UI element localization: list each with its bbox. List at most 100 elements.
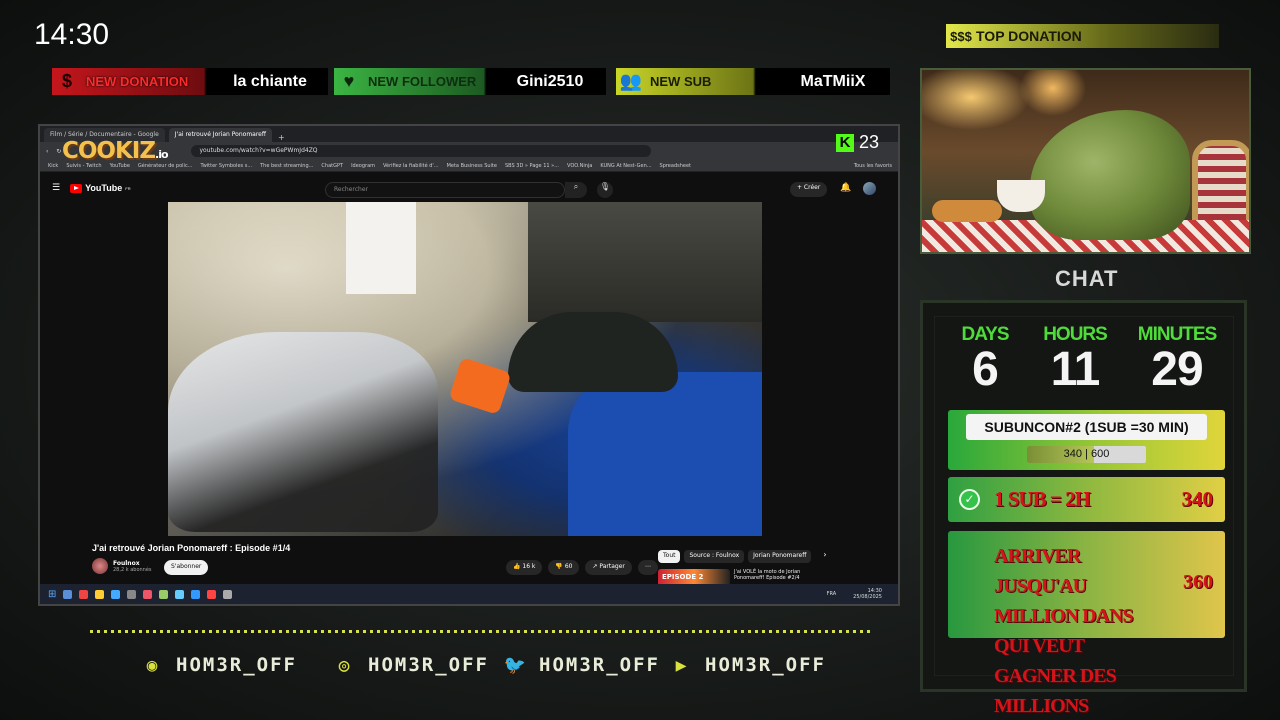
- taskbar-app-icon[interactable]: [223, 589, 233, 599]
- avatar[interactable]: [863, 182, 876, 195]
- refresh-icon[interactable]: ↻: [56, 148, 61, 155]
- channel-avatar[interactable]: [92, 558, 108, 574]
- bookmark-item[interactable]: VOO.Ninja: [567, 163, 592, 169]
- timer-value: 29: [1151, 343, 1203, 396]
- search-icon[interactable]: ⌕: [565, 182, 587, 198]
- thumbs-up-icon: 👍: [513, 563, 523, 570]
- channel-name[interactable]: Foulnox: [113, 560, 152, 567]
- video-player[interactable]: [168, 202, 762, 536]
- sub-goal-progress-text: 340 | 600: [1063, 448, 1110, 460]
- search-input[interactable]: Rechercher: [325, 182, 565, 198]
- social-handle: HOM3R_OFF: [368, 654, 489, 676]
- bookmark-item[interactable]: Spreadsheet: [660, 163, 692, 169]
- chevron-right-icon[interactable]: ›: [823, 550, 826, 563]
- taskbar-app-icon[interactable]: [207, 589, 217, 599]
- taskbar-lang[interactable]: FRA: [827, 591, 837, 597]
- users-icon: 👥: [619, 71, 643, 91]
- chip-source[interactable]: Source : Foulnox: [684, 550, 745, 563]
- bookmark-item[interactable]: Kick: [48, 163, 58, 169]
- youtube-logo-text: YouTube: [85, 183, 123, 193]
- social-handle: HOM3R_OFF: [539, 654, 660, 676]
- bookmark-item[interactable]: The best streaming...: [260, 163, 313, 169]
- webcam-croissant: [932, 200, 1002, 222]
- logo-suffix: .io: [155, 148, 168, 161]
- goal-card: ARRIVER JUSQU'AU MILLION DANS QUI VEUT G…: [948, 531, 1225, 717]
- alert-label: NEW FOLLOWER: [368, 74, 477, 89]
- like-count: 16 k: [522, 563, 536, 570]
- top-donation-label: TOP DONATION: [976, 28, 1082, 44]
- social-twitter: 🐦 HOM3R_OFF: [503, 654, 660, 676]
- timer-days: DAYS 6: [940, 324, 1030, 394]
- alert-value: MaTMiiX: [800, 72, 866, 90]
- subscribe-button[interactable]: S'abonner: [164, 560, 209, 575]
- share-label: Partager: [599, 563, 625, 570]
- bookmark-item[interactable]: ChatGPT: [321, 163, 343, 169]
- alert-value: la chiante: [233, 72, 307, 90]
- bookmark-item[interactable]: Ideogram: [351, 163, 375, 169]
- share-button[interactable]: ↗ Partager: [585, 560, 632, 575]
- like-button[interactable]: 👍 16 k: [506, 560, 543, 575]
- chip-topic[interactable]: Jorian Ponomareff: [748, 550, 812, 563]
- bookmark-item[interactable]: SBS 3D » Page 11 »...: [505, 163, 559, 169]
- taskbar-app-icon[interactable]: [111, 589, 121, 599]
- timer-value: 11: [1050, 343, 1101, 396]
- chip-all[interactable]: Tout: [658, 550, 681, 563]
- deco-dotted-line: [90, 630, 870, 633]
- alert-new-sub: 👥 NEW SUB MaTMiiX: [616, 68, 890, 95]
- bookmark-item[interactable]: Meta Business Suite: [447, 163, 497, 169]
- alert-value: Gini2510: [516, 72, 584, 90]
- taskbar-app-icon[interactable]: [159, 589, 169, 599]
- bookmark-item[interactable]: Tous les favoris: [854, 163, 892, 169]
- video-actions: 👍 16 k 👎 60 ↗ Partager ⋯: [506, 560, 658, 575]
- back-icon[interactable]: ‹: [46, 148, 48, 155]
- video-frame-window: [346, 202, 416, 294]
- webcam-image: [920, 68, 1251, 254]
- url-field[interactable]: youtube.com/watch?v=wGePWmJd4ZQ: [191, 145, 652, 157]
- check-icon: ✓: [959, 489, 980, 510]
- bell-icon[interactable]: 🔔: [840, 183, 851, 193]
- more-button[interactable]: ⋯: [637, 560, 658, 575]
- windows-start-icon[interactable]: ⊞: [48, 589, 56, 600]
- recommendation-chips: Tout Source : Foulnox Jorian Ponomareff …: [658, 550, 827, 563]
- social-youtube: ▶ HOM3R_OFF: [669, 654, 826, 676]
- browser-tab-bar: Film / Série / Documentaire - Google J'a…: [40, 126, 898, 142]
- logo-text: COOKIZ: [62, 138, 156, 164]
- alert-label: NEW SUB: [650, 74, 712, 89]
- dislike-button[interactable]: 👎 60: [548, 560, 580, 575]
- new-tab-icon[interactable]: +: [278, 133, 285, 142]
- taskbar-app-icon[interactable]: [191, 589, 201, 599]
- menu-icon[interactable]: ☰: [52, 183, 60, 193]
- viewer-count: 23: [859, 132, 880, 152]
- social-handle: HOM3R_OFF: [705, 654, 826, 676]
- social-instagram: ◎ HOM3R_OFF: [332, 654, 489, 676]
- taskbar-app-icon[interactable]: [79, 589, 89, 599]
- bookmark-item[interactable]: Vérifiez la fiabilité d'...: [383, 163, 439, 169]
- taskbar-app-icon[interactable]: [143, 589, 153, 599]
- bookmark-item[interactable]: KUNG At Nest-Gen...: [600, 163, 651, 169]
- dislike-count: 60: [564, 563, 573, 570]
- channel-info[interactable]: Foulnox 28,2 k abonnés: [92, 558, 152, 574]
- video-title: J'ai retrouvé Jorian Ponomareff : Episod…: [92, 543, 291, 553]
- video-frame-phone: [448, 357, 512, 415]
- instagram-icon: ◎: [338, 654, 352, 676]
- dollar-icon: $: [61, 71, 72, 91]
- sub-goal-title: SUBUNCON#2 (1SUB =30 MIN): [966, 414, 1207, 440]
- mic-icon[interactable]: 🎙: [597, 182, 613, 198]
- kick-icon: K: [836, 133, 854, 152]
- timer-value: 6: [972, 343, 999, 396]
- sub-rule-card: ✓ 1 SUB = 2H 340: [948, 477, 1225, 522]
- taskbar-clock[interactable]: 14:30 25/08/2025: [853, 588, 882, 600]
- browser-tab-active[interactable]: J'ai retrouvé Jorian Ponomareff: [168, 128, 272, 142]
- create-button[interactable]: + Créer: [790, 182, 828, 197]
- timer-hours: HOURS 11: [1030, 324, 1120, 394]
- taskbar-app-icon[interactable]: [63, 589, 73, 599]
- video-frame-shelf: [528, 202, 762, 322]
- taskbar-app-icon[interactable]: [127, 589, 137, 599]
- bookmark-item[interactable]: Twitter Symboles s...: [200, 163, 252, 169]
- taskbar-app-icon[interactable]: [175, 589, 185, 599]
- alert-new-donation: $ NEW DONATION la chiante: [52, 68, 328, 95]
- video-frame-person: [568, 372, 762, 536]
- youtube-logo[interactable]: YouTube FR: [70, 183, 131, 193]
- clock: 14:30: [34, 18, 110, 51]
- taskbar-app-icon[interactable]: [95, 589, 105, 599]
